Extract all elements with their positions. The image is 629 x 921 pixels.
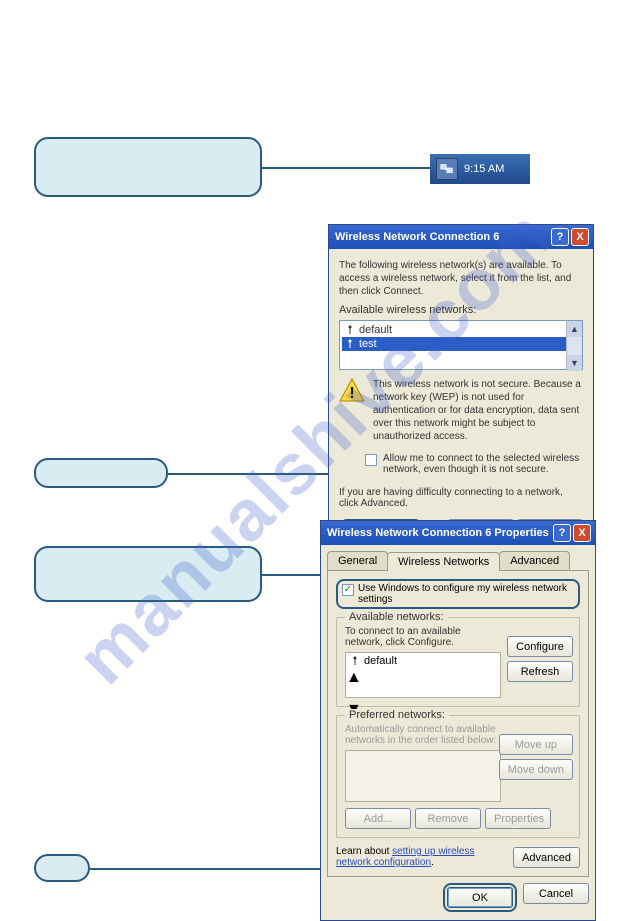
wireless-connection-dialog: Wireless Network Connection 6 ? X The fo… [328,224,594,559]
configure-button[interactable]: Configure [507,636,573,657]
list-item[interactable]: test [342,337,580,351]
warning-text: This wireless network is not secure. Bec… [373,378,583,443]
available-label: Available wireless networks: [339,304,583,316]
trouble-text: If you are having difficulty connecting … [339,487,583,509]
antenna-icon [345,339,355,349]
refresh-button[interactable]: Refresh [507,661,573,682]
ok-button[interactable]: OK [447,887,513,908]
properties-button: Properties [485,808,551,829]
use-windows-checkbox[interactable] [342,584,354,596]
antenna-icon [345,325,355,335]
group-title: Available networks: [345,611,448,623]
list-item[interactable]: default [346,653,500,669]
available-networks-group: Available networks: To connect to an ava… [336,617,580,707]
callout-line [262,167,430,169]
network-tray-icon[interactable] [436,158,458,180]
available-list[interactable]: default ▲ ▼ [345,652,501,698]
wireless-properties-dialog: Wireless Network Connection 6 Properties… [320,520,596,921]
callout-line [168,473,331,475]
list-item[interactable]: default [342,323,580,337]
callout-systray [34,137,262,197]
systray-time: 9:15 AM [464,163,504,175]
preferred-list[interactable] [345,750,501,802]
titlebar[interactable]: Wireless Network Connection 6 Properties… [321,521,595,545]
help-button[interactable]: ? [551,228,569,246]
close-button[interactable]: X [571,228,589,246]
network-name: default [364,655,397,667]
callout-advanced [34,458,168,488]
titlebar[interactable]: Wireless Network Connection 6 ? X [329,225,593,249]
allow-connect-checkbox[interactable] [365,454,377,466]
move-up-button: Move up [499,734,573,755]
network-name: test [359,338,377,350]
scroll-up-icon[interactable]: ▲ [346,669,500,687]
scrollbar[interactable]: ▲ ▼ [566,321,582,369]
advanced-button[interactable]: Advanced [513,847,580,868]
svg-text:!: ! [349,385,354,402]
dialog-title: Wireless Network Connection 6 Properties [327,527,551,539]
available-networks-list[interactable]: default test ▲ ▼ [339,320,583,370]
antenna-icon [350,656,360,666]
allow-connect-label: Allow me to connect to the selected wire… [383,453,583,475]
remove-button: Remove [415,808,481,829]
systray: 9:15 AM [430,154,530,184]
move-down-button: Move down [499,759,573,780]
intro-text: The following wireless network(s) are av… [339,259,583,298]
learn-text: Learn about setting up wireless network … [336,846,482,868]
network-name: default [359,324,392,336]
tab-wireless-networks[interactable]: Wireless Networks [387,552,500,571]
scroll-up-icon[interactable]: ▲ [567,321,582,337]
warning-icon: ! [339,378,365,402]
preferred-networks-group: Preferred networks: Automatically connec… [336,715,580,838]
tab-panel: Use Windows to configure my wireless net… [327,570,589,877]
tabs: General Wireless Networks Advanced [321,545,595,570]
callout-ok [34,854,90,882]
group-hint: To connect to an available network, clic… [345,626,501,648]
dialog-title: Wireless Network Connection 6 [335,231,549,243]
use-windows-label: Use Windows to configure my wireless net… [358,583,574,605]
scroll-down-icon[interactable]: ▼ [567,355,582,371]
callout-usewindows [34,546,262,602]
tab-advanced[interactable]: Advanced [499,551,570,570]
cancel-button[interactable]: Cancel [523,883,589,904]
close-button[interactable]: X [573,524,591,542]
group-title: Preferred networks: [345,709,449,721]
tab-general[interactable]: General [327,551,388,570]
group-hint: Automatically connect to available netwo… [345,724,501,746]
add-button[interactable]: Add... [345,808,411,829]
help-button[interactable]: ? [553,524,571,542]
